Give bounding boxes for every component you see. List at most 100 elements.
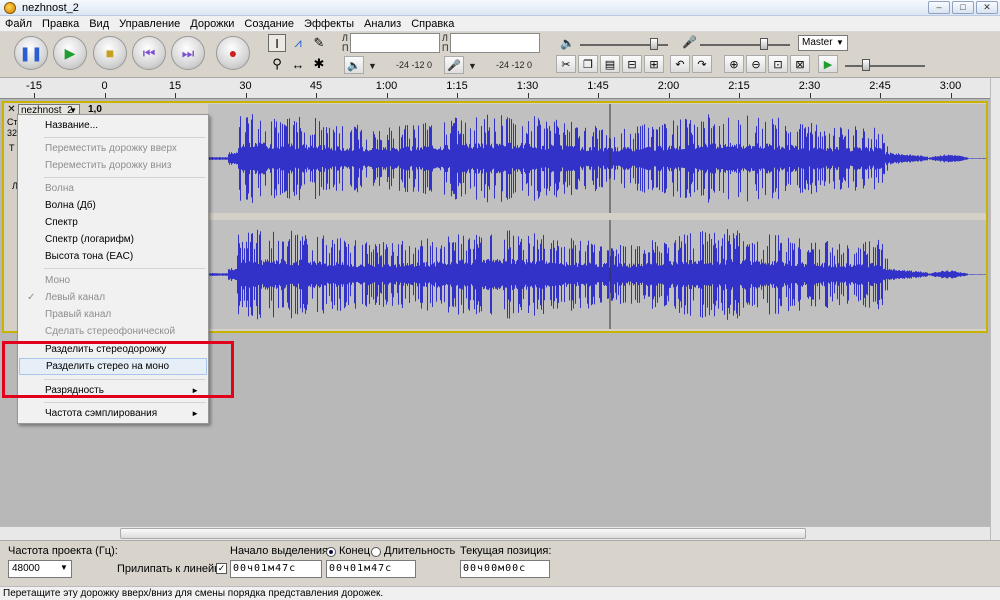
menu-item-move-up[interactable]: Переместить дорожку вверх: [19, 140, 207, 157]
timeshift-tool[interactable]: ↔: [289, 55, 307, 73]
play-button[interactable]: ▶: [53, 36, 87, 70]
menu-effects[interactable]: Эффекты: [299, 18, 359, 30]
horizontal-scrollbar[interactable]: [0, 526, 990, 540]
play-speed-thumb[interactable]: [862, 59, 870, 71]
ruler-label: 2:00: [657, 80, 680, 92]
dropdown-arrow-icon[interactable]: ▼: [468, 61, 477, 71]
menu-item-make-stereo[interactable]: Сделать стереофонической: [19, 323, 207, 340]
end-radio[interactable]: [326, 547, 336, 557]
length-radio[interactable]: [371, 547, 381, 557]
menu-analyze[interactable]: Анализ: [359, 18, 406, 30]
waveform-path: [208, 229, 986, 320]
menu-item-move-down[interactable]: Переместить дорожку вниз: [19, 157, 207, 174]
ruler-tick: [739, 93, 740, 98]
track-partial-label: Т: [9, 143, 15, 153]
undo-button[interactable]: ↶: [670, 55, 690, 73]
zoom-out-button[interactable]: ⊖: [746, 55, 766, 73]
stop-button[interactable]: ■: [93, 36, 127, 70]
input-volume-thumb[interactable]: [760, 38, 768, 50]
current-position-time[interactable]: 00ч00м00с: [460, 560, 550, 578]
multi-tool[interactable]: ✱: [310, 55, 328, 73]
project-rate-value: 48000: [12, 563, 40, 574]
maximize-button[interactable]: □: [952, 1, 974, 14]
close-button[interactable]: ✕: [976, 1, 998, 14]
menu-item-mono[interactable]: Моно: [19, 272, 207, 289]
skip-end-icon: ⏭: [181, 45, 195, 61]
ruler-label: -15: [26, 80, 42, 92]
menu-item-right-channel[interactable]: Правый канал: [19, 306, 207, 323]
ruler-label: 2:15: [728, 80, 750, 92]
redo-button[interactable]: ↷: [692, 55, 712, 73]
pause-icon: ❚❚: [19, 45, 43, 61]
menu-item-label: Волна (Дб): [45, 200, 96, 211]
skip-end-button[interactable]: ⏭: [171, 36, 205, 70]
menu-item-spectrum-log[interactable]: Спектр (логарифм): [19, 231, 207, 248]
draw-tool[interactable]: ✎: [310, 34, 328, 52]
menu-item-label: Левый канал: [45, 292, 106, 303]
paste-button[interactable]: ▤: [600, 55, 620, 73]
play-at-speed-button[interactable]: ▶: [818, 55, 838, 73]
menu-separator: [44, 402, 206, 403]
project-rate-select[interactable]: 48000 ▼: [8, 560, 72, 578]
menu-item-sample-rate[interactable]: Частота сэмплирования ►: [19, 405, 207, 422]
pause-button[interactable]: ❚❚: [14, 36, 48, 70]
vertical-scrollbar[interactable]: [990, 78, 1000, 540]
menu-item-label: Спектр (логарифм): [45, 234, 135, 245]
menu-item-left-channel[interactable]: ✓ Левый канал: [19, 289, 207, 306]
dropdown-arrow-icon[interactable]: ▼: [368, 61, 377, 71]
horizontal-scroll-thumb[interactable]: [120, 528, 806, 539]
menu-item-waveform-db[interactable]: Волна (Дб): [19, 197, 207, 214]
menu-item-pitch-eac[interactable]: Высота тона (EAC): [19, 248, 207, 265]
play-speed-slider[interactable]: [845, 65, 925, 67]
menu-transport[interactable]: Управление: [114, 18, 185, 30]
minimize-button[interactable]: –: [928, 1, 950, 14]
zoom-in-button[interactable]: ⊕: [724, 55, 744, 73]
copy-button[interactable]: ❐: [578, 55, 598, 73]
stop-icon: ■: [105, 45, 115, 61]
selection-end-time[interactable]: 00ч01м47с: [326, 560, 416, 578]
speaker-button[interactable]: 🔈: [344, 56, 364, 74]
zoom-tool[interactable]: ⚲: [268, 55, 286, 73]
record-button[interactable]: ●: [216, 36, 250, 70]
redo-icon: ↷: [697, 58, 707, 71]
menu-tracks[interactable]: Дорожки: [185, 18, 239, 30]
menu-file[interactable]: Файл: [0, 18, 37, 30]
fit-selection-button[interactable]: ⊡: [768, 55, 788, 73]
snap-checkbox[interactable]: ✓: [216, 563, 227, 574]
menu-item-label: Волна: [45, 183, 74, 194]
menu-item-label: Спектр: [45, 217, 78, 228]
menu-separator: [44, 268, 206, 269]
cut-button[interactable]: ✂: [556, 55, 576, 73]
selection-start-time[interactable]: 00ч01м47с: [230, 560, 322, 578]
ruler-label: 1:00: [375, 80, 398, 92]
fit-project-button[interactable]: ⊠: [790, 55, 810, 73]
menu-item-label: Переместить дорожку вниз: [45, 160, 172, 171]
menu-item-rename[interactable]: Название...: [19, 117, 207, 134]
speaker-icon: 🔈: [347, 59, 361, 72]
input-volume-slider[interactable]: [700, 44, 790, 46]
ruler-tick: [175, 93, 176, 98]
ruler-tick: [809, 93, 811, 98]
mic-button[interactable]: 🎤: [444, 56, 464, 74]
selection-tool[interactable]: I: [268, 34, 286, 52]
menu-generate[interactable]: Создание: [239, 18, 299, 30]
track-close-button[interactable]: ✕: [6, 104, 17, 117]
skip-start-button[interactable]: ⏮: [132, 36, 166, 70]
device-select[interactable]: Master ▼: [798, 35, 848, 51]
menu-edit[interactable]: Правка: [37, 18, 84, 30]
output-volume-thumb[interactable]: [650, 38, 658, 50]
record-icon: ●: [228, 45, 238, 61]
waveform-right-channel[interactable]: [208, 220, 986, 329]
menu-help[interactable]: Справка: [406, 18, 459, 30]
waveform-left-channel[interactable]: [208, 104, 986, 213]
app-icon: [4, 1, 16, 14]
menu-item-spectrum[interactable]: Спектр: [19, 214, 207, 231]
envelope-tool[interactable]: ⩘: [289, 34, 307, 52]
menu-view[interactable]: Вид: [84, 18, 114, 30]
copy-icon: ❐: [583, 58, 593, 71]
trim-button[interactable]: ⊟: [622, 55, 642, 73]
menu-item-waveform[interactable]: Волна: [19, 180, 207, 197]
silence-button[interactable]: ⊞: [644, 55, 664, 73]
snap-label: Прилипать к линейке: [117, 563, 226, 575]
timeline-ruler[interactable]: -15 0 15 30 45 1:00 1:15 1:30 1:45 2:00 2:15 2:30 2:…: [0, 78, 990, 99]
